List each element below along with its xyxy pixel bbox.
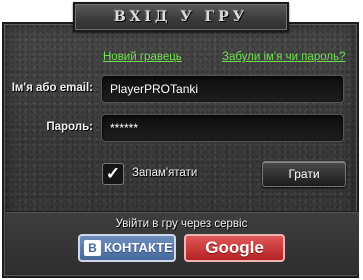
login-label: Ім'я або email:	[11, 82, 93, 94]
social-login-title: Увійти в гру через сервіс	[115, 218, 248, 230]
page-title: ВХІД У ГРУ	[113, 9, 249, 25]
password-input[interactable]	[101, 114, 344, 142]
password-label: Пароль:	[46, 121, 93, 133]
vkontakte-login-button[interactable]: В КОНТАКТЕ	[78, 234, 176, 262]
remember-label: Запам'ятати	[132, 167, 198, 179]
new-player-link[interactable]: Новий гравець	[103, 51, 182, 63]
vk-logo-icon: В	[84, 240, 101, 256]
vk-button-label: КОНТАКТЕ	[104, 240, 173, 255]
remember-checkbox[interactable]: ✓	[102, 163, 124, 185]
title-plate: ВХІД У ГРУ	[73, 2, 289, 32]
google-login-button[interactable]: Google	[184, 234, 285, 262]
check-icon: ✓	[105, 164, 121, 183]
play-button[interactable]: Грати	[262, 161, 346, 187]
login-input[interactable]	[101, 75, 344, 103]
forgot-credentials-link[interactable]: Забули ім'я чи пароль?	[222, 51, 345, 63]
